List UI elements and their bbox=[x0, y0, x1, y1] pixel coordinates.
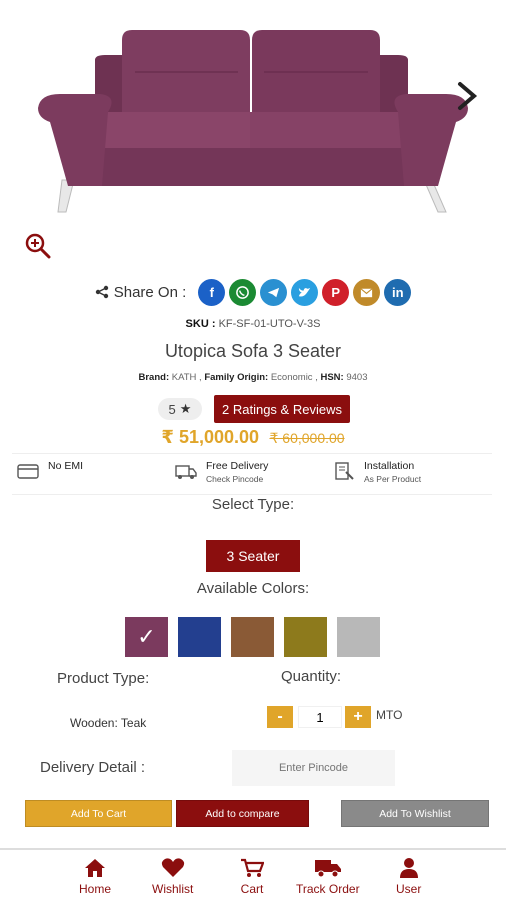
sku-label: SKU : bbox=[185, 318, 216, 330]
type-option-3-seater[interactable]: 3 Seater bbox=[206, 540, 300, 572]
color-swatch-olive[interactable] bbox=[284, 617, 327, 657]
price-row: ₹ 51,000.00 ₹ 60,000.00 bbox=[0, 427, 506, 448]
credit-card-icon bbox=[17, 464, 39, 479]
nav-user-label: User bbox=[396, 882, 422, 896]
origin-value: Economic , bbox=[270, 372, 318, 383]
star-icon: ★ bbox=[179, 401, 192, 416]
truck-icon bbox=[314, 860, 341, 878]
next-image-chevron-icon[interactable] bbox=[452, 80, 480, 112]
free-delivery-info: Free Delivery Check Pincode bbox=[174, 460, 268, 484]
original-price: ₹ 60,000.00 bbox=[269, 430, 345, 446]
brand-line: Brand: KATH , Family Origin: Economic , … bbox=[0, 372, 506, 383]
twitter-icon[interactable] bbox=[291, 278, 319, 306]
share-row: Share On : f P in bbox=[0, 278, 506, 306]
nav-wishlist-label: Wishlist bbox=[152, 882, 194, 896]
sofa-image bbox=[38, 30, 468, 213]
heart-icon bbox=[161, 858, 184, 877]
share-icon bbox=[95, 285, 108, 299]
share-label: Share On : bbox=[113, 283, 187, 301]
brand-label: Brand: bbox=[138, 372, 170, 383]
ratings-reviews-button[interactable]: 2 Ratings & Reviews bbox=[214, 395, 350, 423]
product-title: Utopica Sofa 3 Seater bbox=[164, 341, 342, 361]
linkedin-icon[interactable]: in bbox=[384, 278, 412, 306]
nav-track-order[interactable]: Track Order bbox=[296, 858, 360, 896]
pinterest-icon[interactable]: P bbox=[322, 278, 350, 306]
telegram-icon[interactable] bbox=[260, 278, 288, 306]
home-icon bbox=[85, 859, 105, 877]
info-row: No EMI Free Delivery Check Pincode Insta… bbox=[12, 453, 492, 495]
nav-home[interactable]: Home bbox=[79, 858, 111, 896]
checkmark-icon: ✓ bbox=[137, 624, 156, 649]
user-icon bbox=[399, 858, 418, 878]
delivery-truck-icon bbox=[175, 465, 197, 479]
rating-badge: 5 ★ bbox=[158, 398, 202, 420]
facebook-icon[interactable]: f bbox=[198, 278, 226, 306]
share-label-wrap: Share On : bbox=[95, 283, 187, 301]
hsn-value: 9403 bbox=[346, 372, 368, 383]
select-type-label: Select Type: bbox=[211, 496, 295, 513]
rating-value: 5 bbox=[168, 401, 176, 417]
quantity-input[interactable] bbox=[298, 706, 342, 728]
nav-home-label: Home bbox=[79, 882, 112, 896]
installation-label: Installation bbox=[364, 460, 415, 472]
nav-user[interactable]: User bbox=[396, 858, 421, 896]
color-swatch-purple[interactable]: ✓ bbox=[125, 617, 168, 657]
installation-info: Installation As Per Product bbox=[332, 460, 421, 484]
whatsapp-icon[interactable] bbox=[229, 278, 257, 306]
free-delivery-label: Free Delivery bbox=[206, 460, 269, 472]
nav-track-order-label: Track Order bbox=[296, 882, 360, 896]
add-to-compare-button[interactable]: Add to compare bbox=[176, 800, 309, 827]
color-swatch-blue[interactable] bbox=[178, 617, 221, 657]
product-image bbox=[0, 0, 506, 220]
email-icon[interactable] bbox=[353, 278, 381, 306]
sku-line: SKU : KF-SF-01-UTO-V-3S bbox=[0, 318, 506, 330]
bottom-navigation: Home Wishlist Cart Track Order User bbox=[0, 848, 506, 900]
nav-cart[interactable]: Cart bbox=[240, 858, 264, 896]
available-colors-label: Available Colors: bbox=[196, 580, 310, 597]
add-to-wishlist-button[interactable]: Add To Wishlist bbox=[341, 800, 489, 827]
quantity-decrease-button[interactable]: - bbox=[267, 706, 293, 728]
add-to-cart-button[interactable]: Add To Cart bbox=[25, 800, 172, 827]
mto-label: MTO bbox=[376, 708, 403, 722]
check-pincode-label[interactable]: Check Pincode bbox=[206, 474, 268, 484]
zoom-in-icon[interactable] bbox=[24, 232, 52, 260]
color-swatch-grey[interactable] bbox=[337, 617, 380, 657]
product-type-label: Product Type: bbox=[57, 670, 150, 687]
cart-icon bbox=[241, 858, 264, 877]
color-swatches: ✓ bbox=[125, 617, 380, 657]
color-swatch-brown[interactable] bbox=[231, 617, 274, 657]
no-emi-info: No EMI bbox=[16, 460, 83, 482]
installation-icon bbox=[335, 462, 354, 480]
current-price: ₹ 51,000.00 bbox=[161, 427, 260, 447]
hsn-label: HSN: bbox=[320, 372, 344, 383]
installation-sub: As Per Product bbox=[364, 474, 422, 484]
delivery-detail-label: Delivery Detail : bbox=[40, 759, 146, 776]
sku-value: KF-SF-01-UTO-V-3S bbox=[218, 318, 321, 330]
origin-label: Family Origin: bbox=[204, 372, 269, 383]
no-emi-label: No EMI bbox=[48, 460, 84, 472]
brand-value: KATH , bbox=[171, 372, 202, 383]
nav-cart-label: Cart bbox=[240, 882, 264, 896]
product-type-value: Wooden: Teak bbox=[70, 716, 147, 730]
quantity-increase-button[interactable]: + bbox=[345, 706, 371, 728]
pincode-input[interactable] bbox=[232, 750, 395, 786]
nav-wishlist[interactable]: Wishlist bbox=[152, 858, 193, 896]
quantity-label: Quantity: bbox=[281, 668, 342, 685]
